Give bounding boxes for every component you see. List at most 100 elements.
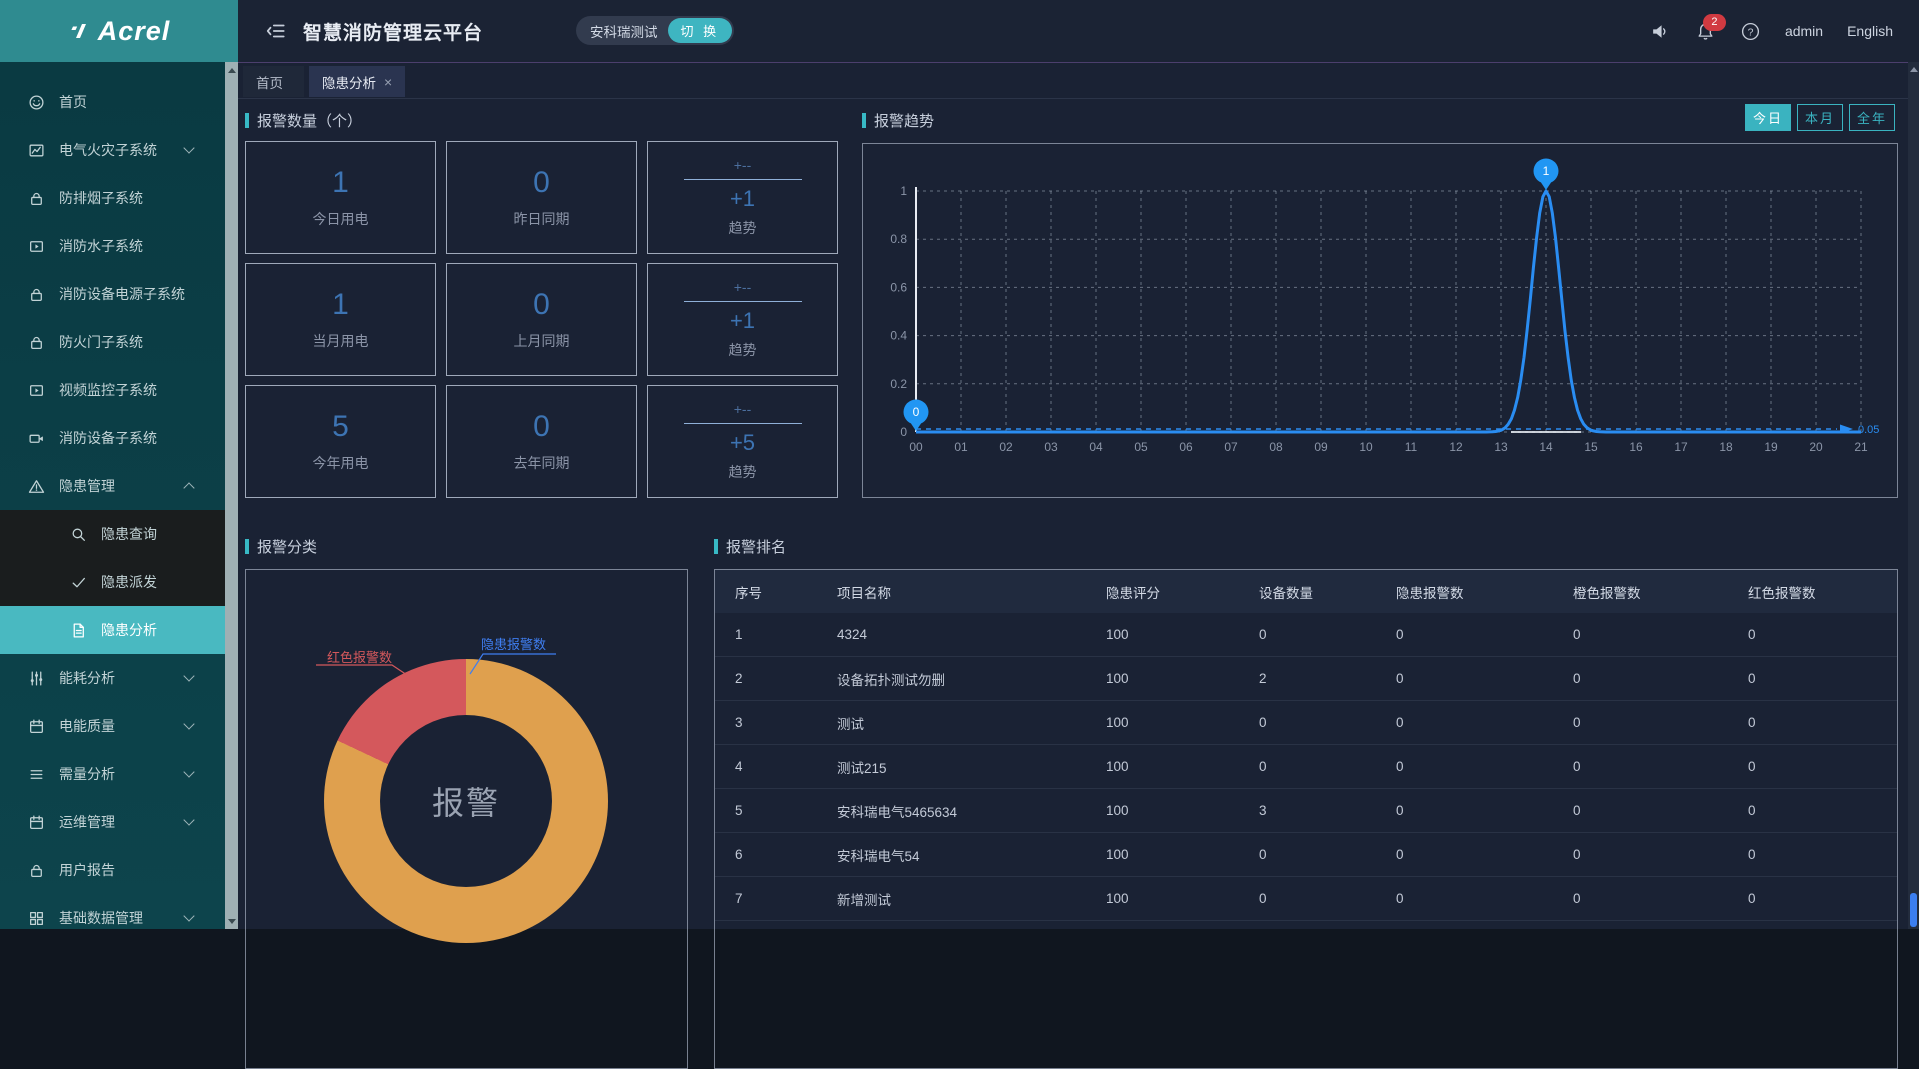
table-cell: 0	[1259, 715, 1396, 730]
sidebar-item[interactable]: 隐患管理	[0, 462, 209, 510]
sidebar-item-icon	[28, 478, 45, 495]
sidebar-item[interactable]: 隐患查询	[0, 510, 225, 558]
table-cell: 2	[1259, 671, 1396, 686]
sidebar-item[interactable]: 电能质量	[0, 702, 209, 750]
svg-text:1: 1	[1543, 164, 1550, 178]
section-title-alarm-trend: 报警趋势	[862, 110, 934, 131]
table-cell: 4	[735, 759, 837, 774]
sidebar-item[interactable]: 用户报告	[0, 846, 209, 894]
sidebar-item[interactable]: 消防设备子系统	[0, 414, 209, 462]
scroll-up-icon[interactable]	[1908, 63, 1919, 76]
scroll-up-icon[interactable]	[225, 63, 238, 77]
chevron-icon	[183, 718, 194, 729]
alarm-stat-card: 5 今年用电	[245, 385, 436, 498]
donut-hole: 报警	[380, 715, 552, 887]
table-cell: 100	[1106, 891, 1259, 906]
table-row[interactable]: 6安科瑞电气541000000	[715, 833, 1897, 877]
svg-text:08: 08	[1269, 440, 1283, 454]
card-label: 上月同期	[514, 331, 570, 351]
section-title-alarm-ranking: 报警排名	[714, 536, 786, 557]
card-value: +1	[730, 308, 755, 334]
sidebar-item-label: 消防水子系统	[59, 236, 193, 256]
user-menu[interactable]: admin	[1785, 23, 1823, 39]
card-trend-top: +--	[734, 157, 752, 173]
section-title-alarm-category: 报警分类	[245, 536, 317, 557]
card-divider	[684, 179, 802, 180]
sidebar-item-label: 视频监控子系统	[59, 380, 193, 400]
sidebar-item[interactable]: 首页	[0, 78, 209, 126]
table-row[interactable]: 4测试2151000000	[715, 745, 1897, 789]
table-cell: 0	[1396, 627, 1573, 642]
table-header-cell: 项目名称	[837, 582, 1106, 602]
sidebar-item[interactable]: 防火门子系统	[0, 318, 209, 366]
sidebar-item-icon	[28, 814, 45, 831]
table-header-cell: 红色报警数	[1748, 582, 1897, 602]
card-label: 趋势	[729, 340, 757, 360]
alarm-stat-card: 1 今日用电	[245, 141, 436, 254]
card-value: 0	[533, 166, 550, 200]
sidebar-item[interactable]: 隐患派发	[0, 558, 225, 606]
alarm-stat-card: 0 去年同期	[446, 385, 637, 498]
sidebar-item-label: 隐患分析	[101, 620, 209, 640]
switch-project-button[interactable]: 切 换	[668, 18, 733, 43]
brand-logo-icon	[68, 19, 92, 43]
app-header: Acrel 智慧消防管理云平台 安科瑞测试 切 换 2 ? admin Engl…	[0, 0, 1919, 62]
table-header-cell: 隐患评分	[1106, 582, 1259, 602]
table-cell: 100	[1106, 627, 1259, 642]
card-value: 1	[332, 288, 349, 322]
sidebar-item-label: 基础数据管理	[59, 908, 171, 928]
scrollbar-thumb[interactable]	[1910, 893, 1917, 927]
table-cell: 0	[1396, 891, 1573, 906]
table-cell: 0	[1748, 671, 1897, 686]
scroll-down-icon[interactable]	[225, 914, 238, 928]
range-button[interactable]: 本月	[1797, 104, 1843, 131]
table-cell: 6	[735, 847, 837, 862]
table-row[interactable]: 2设备拓扑测试勿删1002000	[715, 657, 1897, 701]
range-button[interactable]: 全年	[1849, 104, 1895, 131]
sidebar-item[interactable]: 能耗分析	[0, 654, 209, 702]
card-value: +1	[730, 186, 755, 212]
sidebar-scrollbar[interactable]	[225, 62, 238, 929]
sidebar-item[interactable]: 需量分析	[0, 750, 209, 798]
page-scrollbar[interactable]	[1908, 62, 1919, 929]
sidebar-item[interactable]: 消防水子系统	[0, 222, 209, 270]
sidebar-item-icon	[70, 574, 87, 591]
sidebar-item[interactable]: 基础数据管理	[0, 894, 209, 929]
table-cell: 100	[1106, 671, 1259, 686]
table-header-cell: 序号	[735, 582, 837, 602]
language-switch[interactable]: English	[1847, 23, 1893, 39]
chevron-icon	[183, 142, 194, 153]
svg-text:?: ?	[1748, 26, 1754, 38]
table-cell: 0	[1748, 803, 1897, 818]
sidebar-item[interactable]: 隐患分析	[0, 606, 225, 654]
tab-close-icon[interactable]: ×	[384, 74, 392, 90]
project-selector[interactable]: 安科瑞测试 切 换	[576, 16, 734, 45]
card-value: 0	[533, 288, 550, 322]
sidebar-item[interactable]: 防排烟子系统	[0, 174, 209, 222]
notifications-bell-icon[interactable]: 2	[1695, 21, 1716, 42]
table-header-cell: 橙色报警数	[1573, 582, 1748, 602]
table-row[interactable]: 5安科瑞电气54656341003000	[715, 789, 1897, 833]
table-row[interactable]: 143241000000	[715, 613, 1897, 657]
table-row[interactable]: 7新增测试1000000	[715, 877, 1897, 921]
table-cell: 安科瑞电气54	[837, 845, 1106, 865]
card-label: 昨日同期	[514, 209, 570, 229]
table-cell: 0	[1259, 759, 1396, 774]
sidebar-collapse-icon[interactable]	[265, 20, 287, 42]
card-label: 今年用电	[313, 453, 369, 473]
svg-text:06: 06	[1179, 440, 1193, 454]
tab[interactable]: 首页	[243, 66, 304, 97]
sound-icon[interactable]	[1650, 21, 1671, 42]
svg-text:0.4: 0.4	[890, 329, 907, 343]
table-row[interactable]: 3测试1000000	[715, 701, 1897, 745]
tab[interactable]: 隐患分析 ×	[309, 66, 405, 97]
sidebar-item[interactable]: 视频监控子系统	[0, 366, 209, 414]
range-button[interactable]: 今日	[1745, 104, 1791, 131]
table-cell: 0	[1573, 847, 1748, 862]
alarm-category-chart: 报警 隐患报警数 红色报警数	[245, 569, 688, 1069]
help-icon[interactable]: ?	[1740, 21, 1761, 42]
sidebar-item[interactable]: 消防设备电源子系统	[0, 270, 209, 318]
sidebar-item[interactable]: 运维管理	[0, 798, 209, 846]
tab-bar	[238, 63, 1908, 99]
sidebar-item[interactable]: 电气火灾子系统	[0, 126, 209, 174]
